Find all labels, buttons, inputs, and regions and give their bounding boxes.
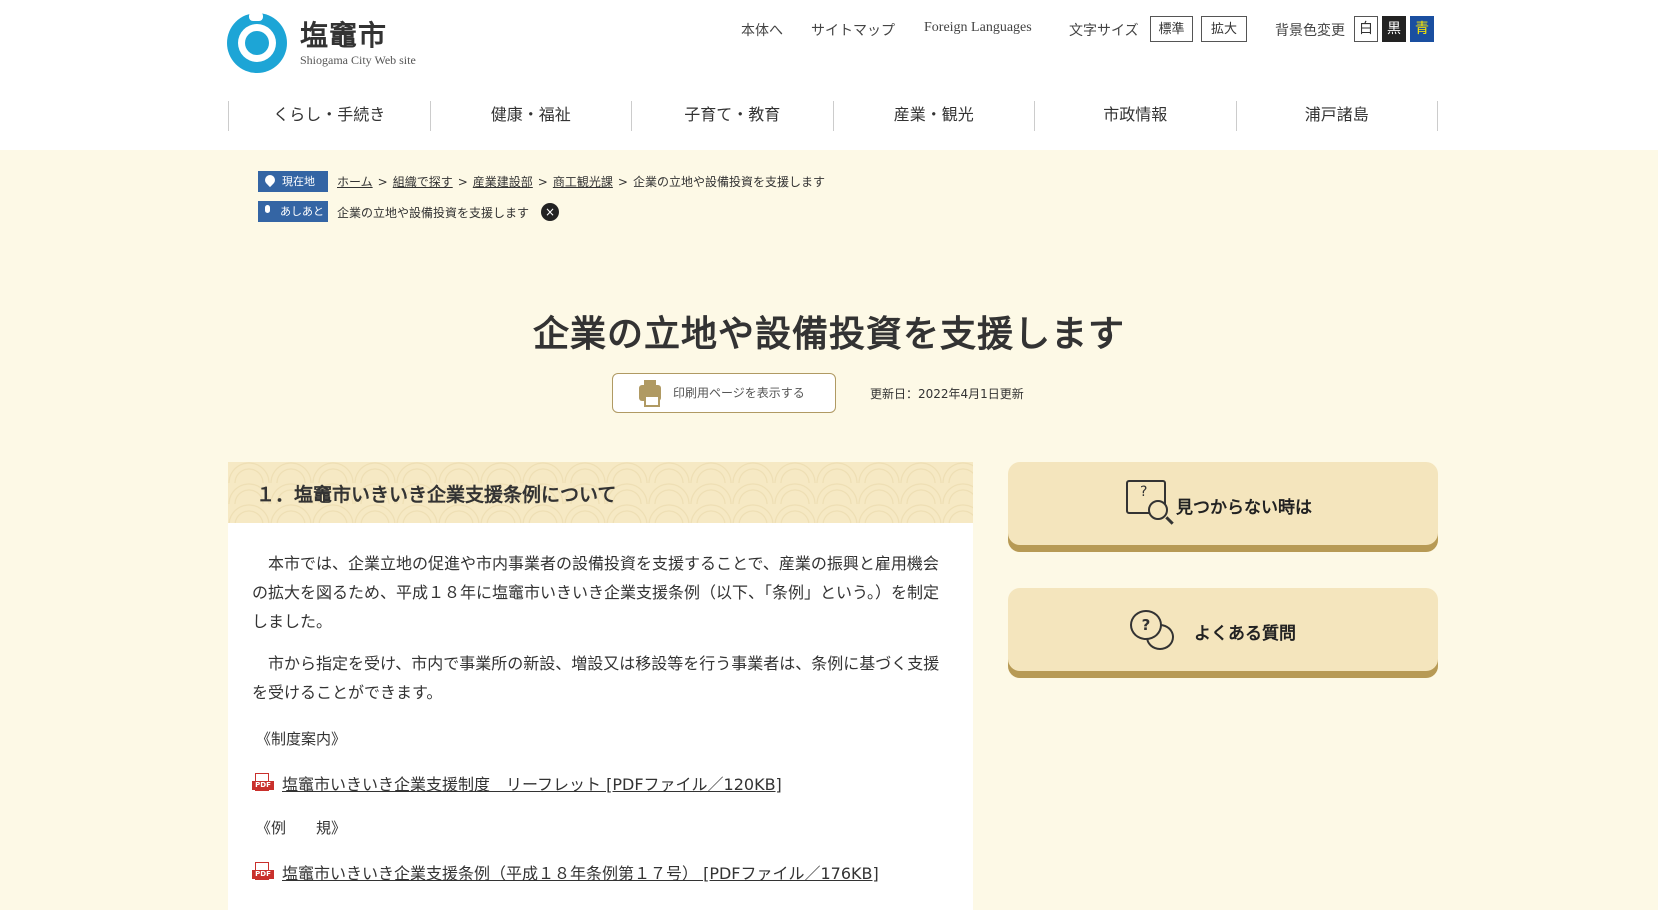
section-paragraph-2: 市から指定を受け、市内で事業所の新設、増設又は移設等を行う事業者は、条例に基づく… <box>252 649 952 707</box>
city-logo-icon[interactable] <box>227 13 287 73</box>
question-bubble-icon: ? <box>1130 610 1162 640</box>
nav-item-city-info[interactable]: 市政情報 <box>1034 101 1236 131</box>
pdf-link-ordinance[interactable]: PDF 塩竈市いきいき企業支援条例（平成１８年条例第１７号） [PDFファイル／… <box>252 860 879 884</box>
updated-date: 更新日：2022年4月1日更新 <box>870 387 1024 401</box>
current-location-tag: 現在地 <box>258 171 328 192</box>
paragraph-1-text: 本市では、企業立地の促進や市内事業者の設備投資を支援することで、産業の振興と雇用… <box>252 554 940 631</box>
close-icon[interactable]: × <box>541 203 559 221</box>
map-pin-icon <box>262 172 278 188</box>
history-item[interactable]: 企業の立地や設備投資を支援します <box>337 204 529 221</box>
site-header: 塩竈市 Shiogama City Web site 本体へ サイトマップ Fo… <box>0 0 1658 150</box>
global-nav: くらし・手続き 健康・福祉 子育て・教育 産業・観光 市政情報 浦戸諸島 <box>228 101 1438 131</box>
logo-notch <box>249 12 263 21</box>
page-title: 企業の立地や設備投資を支援します <box>532 314 1125 355</box>
print-button-label: 印刷用ページを表示する <box>673 386 805 400</box>
bg-white-button[interactable]: 白 <box>1354 16 1378 42</box>
print-page-button[interactable]: 印刷用ページを表示する <box>612 373 836 413</box>
section-paragraph-1: 本市では、企業立地の促進や市内事業者の設備投資を支援することで、産業の振興と雇用… <box>252 549 952 636</box>
site-subtitle: Shiogama City Web site <box>300 53 416 67</box>
not-found-label: 見つからない時は <box>1176 498 1312 518</box>
history-label: あしあと <box>280 205 324 218</box>
section-header: １．塩竈市いきいき企業支援条例について <box>228 462 973 523</box>
regulations-heading: 《例 規》 <box>256 819 347 837</box>
printer-icon <box>639 380 661 407</box>
ordinance-link-text[interactable]: 塩竈市いきいき企業支援条例（平成１８年条例第１７号） [PDFファイル／176K… <box>282 864 879 883</box>
font-size-standard-button[interactable]: 標準 <box>1150 16 1193 42</box>
pdf-file-icon: PDF <box>252 862 274 880</box>
foreign-languages-link[interactable]: Foreign Languages <box>924 20 1032 36</box>
font-size-label: 文字サイズ <box>1069 24 1139 39</box>
faq-button[interactable]: ? よくある質問 <box>1008 588 1438 678</box>
nav-item-living[interactable]: くらし・手続き <box>228 101 430 131</box>
leaflet-link-text[interactable]: 塩竈市いきいき企業支援制度 リーフレット [PDFファイル／120KB] <box>282 775 782 794</box>
breadcrumb-current: 企業の立地や設備投資を支援します <box>632 175 825 189</box>
nav-item-urato[interactable]: 浦戸諸島 <box>1235 101 1438 131</box>
not-found-button[interactable]: 見つからない時は <box>1008 462 1438 552</box>
paragraph-2-text: 市から指定を受け、市内で事業所の新設、増設又は移設等を行う事業者は、条例に基づく… <box>252 654 940 702</box>
bg-black-button[interactable]: 黒 <box>1382 16 1406 42</box>
breadcrumb-dept[interactable]: 産業建設部 <box>473 175 533 189</box>
system-guide-heading: 《制度案内》 <box>256 730 347 748</box>
pdf-link-leaflet[interactable]: PDF 塩竈市いきいき企業支援制度 リーフレット [PDFファイル／120KB] <box>252 771 782 795</box>
nav-item-childcare[interactable]: 子育て・教育 <box>631 101 833 131</box>
section-heading: １．塩竈市いきいき企業支援条例について <box>256 484 617 506</box>
breadcrumb-org[interactable]: 組織で探す <box>393 175 453 189</box>
breadcrumb-section[interactable]: 商工観光課 <box>553 175 613 189</box>
magnifier-icon <box>1148 500 1168 520</box>
pdf-file-icon: PDF <box>252 773 274 791</box>
current-location-label: 現在地 <box>282 175 315 188</box>
history-tag: あしあと <box>258 201 328 222</box>
site-name[interactable]: 塩竈市 <box>300 14 387 54</box>
font-size-large-button[interactable]: 拡大 <box>1201 16 1247 42</box>
nav-item-health[interactable]: 健康・福祉 <box>429 101 632 131</box>
breadcrumb-home[interactable]: ホーム <box>337 175 373 189</box>
breadcrumb: ホーム > 組織で探す > 産業建設部 > 商工観光課 > 企業の立地や設備投資を支援します <box>337 175 825 189</box>
nav-item-industry[interactable]: 産業・観光 <box>832 101 1035 131</box>
bg-blue-button[interactable]: 青 <box>1410 16 1434 42</box>
footprints-icon <box>265 205 270 213</box>
sitemap-link[interactable]: サイトマップ <box>811 20 895 40</box>
skip-to-content-link[interactable]: 本体へ <box>741 20 783 40</box>
content-section: １．塩竈市いきいき企業支援条例について 本市では、企業立地の促進や市内事業者の設… <box>228 462 973 910</box>
bg-color-label: 背景色変更 <box>1275 24 1345 39</box>
faq-label: よくある質問 <box>1194 624 1296 644</box>
